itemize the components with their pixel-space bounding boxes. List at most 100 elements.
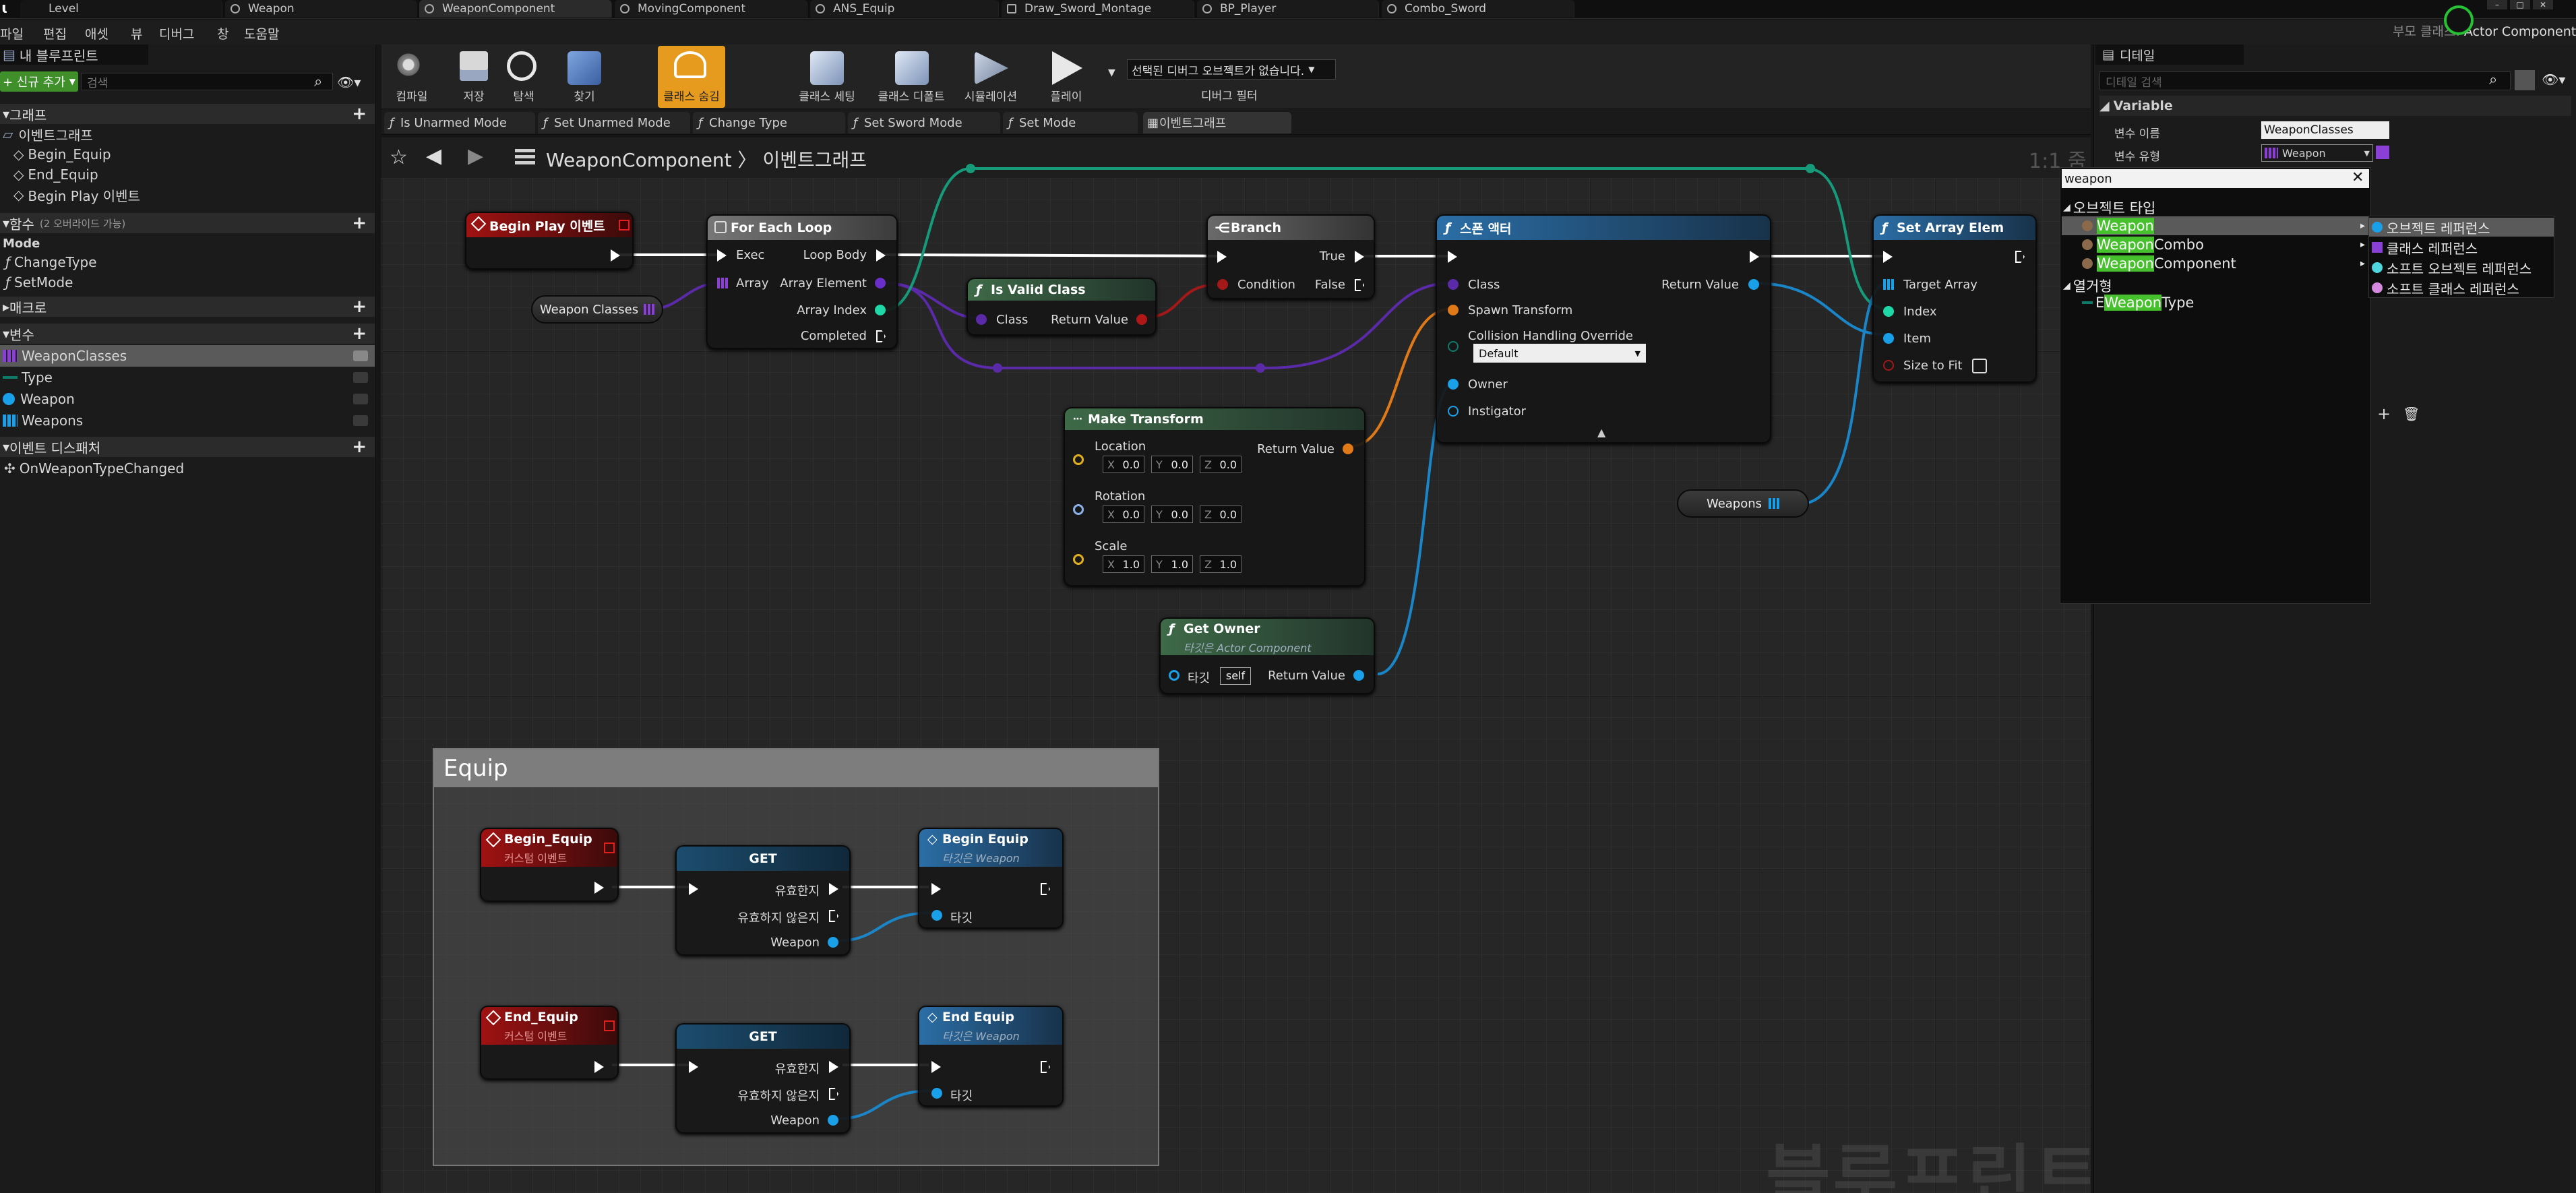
add-new-button[interactable]: + 신규 추가 ▼ (0, 71, 78, 92)
target-pin[interactable] (931, 1088, 942, 1099)
location-x-field[interactable]: X 0.0 (1103, 456, 1144, 473)
variable-item-weapon[interactable]: Weapon (0, 388, 375, 410)
tab-level[interactable]: Level (20, 0, 222, 18)
is-valid-pin[interactable] (829, 883, 838, 895)
delegate-pin[interactable] (604, 1020, 615, 1031)
function-item[interactable]: ƒ SetMode (0, 272, 375, 293)
exec-in-pin[interactable] (717, 249, 727, 262)
node-get-weapon[interactable]: GET 유효한지 유효하지 않은지 Weapon (675, 845, 851, 956)
soft-object-reference-item[interactable]: 소프트 오브젝트 레퍼런스 (2369, 258, 2532, 277)
menu-view[interactable]: 뷰 (131, 24, 142, 42)
add-graph-button[interactable]: + (352, 104, 367, 124)
exec-out-pin[interactable] (611, 249, 620, 262)
back-arrow-icon[interactable]: ◀ (426, 144, 441, 168)
scale-pin[interactable] (1073, 554, 1084, 565)
node-begin-play[interactable]: Begin Play 이벤트 (465, 212, 634, 270)
class-pin[interactable] (1448, 279, 1459, 290)
class-in-pin[interactable] (976, 314, 987, 325)
variable-item-type[interactable]: Type (0, 367, 375, 388)
soft-class-reference-item[interactable]: 소프트 클래스 레퍼런스 (2369, 278, 2519, 297)
expand-arrow-icon[interactable]: ▲ (1597, 426, 1605, 439)
exec-out-pin[interactable] (594, 1061, 604, 1073)
type-item-weapon-component[interactable]: Weapon Component ▸ (2062, 254, 2369, 273)
dispatcher-item[interactable]: ✣ OnWeaponTypeChanged (0, 458, 375, 479)
rotation-x-field[interactable]: X 0.0 (1103, 506, 1144, 523)
tab-set-unarmed-mode[interactable]: ƒ Set Unarmed Mode (538, 112, 690, 133)
visibility-eye-icon[interactable] (353, 372, 368, 383)
location-pin[interactable] (1073, 454, 1084, 465)
tab-bp-player[interactable]: BP_Player (1197, 0, 1379, 18)
find-button[interactable]: 찾기 (558, 46, 611, 108)
target-self-field[interactable]: self (1220, 667, 1251, 685)
exec-out-pin[interactable] (594, 882, 604, 894)
my-blueprint-tab[interactable]: ▤ 내 블루프린트 (0, 44, 148, 65)
graphs-section-header[interactable]: ▾ 그래프 + (0, 104, 375, 124)
table-view-icon[interactable] (2515, 70, 2535, 90)
container-type-icon[interactable] (2376, 146, 2389, 159)
clear-search-icon[interactable]: ✕ (2352, 169, 2364, 186)
delegate-pin[interactable] (619, 220, 630, 231)
exec-in-pin[interactable] (931, 883, 941, 895)
tab-combo-sword[interactable]: Combo_Sword (1382, 0, 1574, 18)
node-for-each-loop[interactable]: For Each Loop Exec Array Loop Body Array… (706, 214, 898, 349)
node-set-array-elem[interactable]: ƒ Set Array Elem Target Array Index Item … (1872, 214, 2037, 383)
exec-out-pin[interactable] (1750, 251, 1759, 263)
macros-section-header[interactable]: ▸ 매크로 + (0, 297, 375, 317)
menu-edit[interactable]: 편집 (43, 24, 67, 42)
delegate-pin[interactable] (604, 843, 615, 853)
node-get-weapons[interactable]: Weapons (1677, 489, 1809, 518)
view-options-icon[interactable]: 👁▾ (2542, 71, 2565, 88)
object-types-category[interactable]: ◢ 오브젝트 타입 (2063, 197, 2155, 218)
item-pin[interactable] (1883, 333, 1894, 344)
node-spawn-actor[interactable]: ƒ 스폰 액터 Class Return Value Spawn Transfor… (1436, 214, 1771, 443)
weapon-pin[interactable] (828, 1115, 838, 1126)
exec-out-pin[interactable] (1041, 883, 1050, 895)
scale-x-field[interactable]: X 1.0 (1103, 555, 1144, 573)
false-pin[interactable] (1355, 279, 1364, 291)
tab-is-unarmed-mode[interactable]: ƒ Is Unarmed Mode (384, 112, 535, 133)
compile-button[interactable]: 컴파일 (386, 46, 438, 108)
details-search-input[interactable]: 디테일 검색 (2099, 71, 2511, 90)
completed-pin[interactable] (876, 330, 886, 342)
node-make-transform[interactable]: ⋯ Make Transform Return Value Location X0… (1064, 407, 1366, 586)
play-button[interactable]: 플레이 (1039, 46, 1093, 108)
menu-window[interactable]: 창 (217, 24, 228, 42)
graph-item[interactable]: ◇ Begin Play 이벤트 (0, 185, 375, 205)
menu-debug[interactable]: 디버그 (159, 24, 194, 42)
play-options-chevron[interactable]: ▼ (1108, 67, 1115, 78)
exec-in-pin[interactable] (689, 883, 698, 895)
target-pin[interactable] (931, 910, 942, 921)
return-value-pin[interactable] (1353, 670, 1364, 681)
is-not-valid-pin[interactable] (829, 1088, 838, 1100)
graph-item[interactable]: ◇ End_Equip (0, 164, 375, 185)
variable-name-input[interactable]: WeaponClasses (2261, 121, 2389, 139)
add-element-icon[interactable]: + (2377, 404, 2391, 423)
function-item[interactable]: ƒ ChangeType (0, 252, 375, 272)
tab-weapon[interactable]: Weapon (225, 0, 417, 18)
variable-item-weapons[interactable]: Weapons (0, 410, 375, 431)
return-value-pin[interactable] (1748, 279, 1759, 290)
tab-movingcomponent[interactable]: MovingComponent (615, 0, 807, 18)
menu-help[interactable]: 도움말 (244, 24, 279, 42)
search-input[interactable]: 검색 (81, 73, 333, 90)
search-icon[interactable]: ⌕ (314, 73, 330, 90)
scale-z-field[interactable]: Z 1.0 (1200, 555, 1241, 573)
tab-set-mode[interactable]: ƒ Set Mode (1003, 112, 1138, 133)
node-get-weaponclasses[interactable]: Weapon Classes (531, 295, 663, 324)
bookmark-star-icon[interactable]: ☆ (390, 146, 408, 169)
exec-in-pin[interactable] (1217, 251, 1227, 263)
node-is-valid-class[interactable]: ƒ Is Valid Class Class Return Value (967, 278, 1157, 336)
type-item-weapon[interactable]: Weapon ▸ (2062, 216, 2369, 235)
variable-category[interactable]: ◢ Variable (2099, 96, 2571, 116)
variables-section-header[interactable]: ▾ 변수 + (0, 324, 375, 344)
menu-file[interactable]: 파일 (0, 24, 24, 42)
is-valid-pin[interactable] (829, 1061, 838, 1073)
view-options-icon[interactable]: 👁▾ (337, 74, 368, 90)
rotation-z-field[interactable]: Z 0.0 (1200, 506, 1241, 523)
parent-class-value[interactable]: Actor Component (2464, 24, 2576, 39)
size-to-fit-checkbox[interactable] (1972, 359, 1987, 373)
object-array-pin[interactable] (1769, 498, 1780, 509)
forward-arrow-icon[interactable]: ▶ (468, 144, 483, 168)
target-array-pin[interactable] (1883, 279, 1894, 290)
class-reference-item[interactable]: 클래스 레퍼런스 (2369, 238, 2478, 257)
